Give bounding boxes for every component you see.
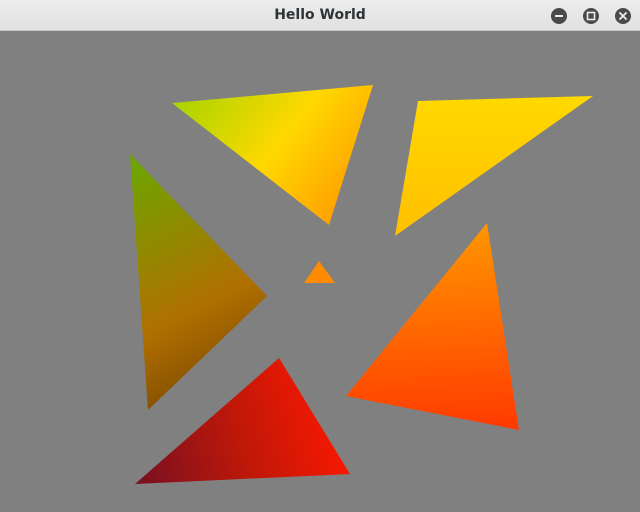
close-button[interactable]	[615, 8, 631, 24]
window-title: Hello World	[274, 7, 366, 23]
maximize-button[interactable]	[583, 8, 599, 24]
minimize-icon	[555, 15, 563, 17]
triangle-left	[130, 154, 267, 410]
triangles-scene	[130, 85, 593, 484]
triangle-top-right	[395, 96, 593, 236]
title-bar[interactable]: Hello World	[0, 0, 640, 31]
triangle-center	[304, 261, 335, 283]
close-icon	[619, 12, 627, 20]
minimize-button[interactable]	[551, 8, 567, 24]
render-canvas	[0, 31, 640, 512]
app-window: Hello World	[0, 0, 640, 512]
triangle-right	[346, 223, 519, 430]
triangle-top-left	[172, 85, 373, 225]
maximize-icon	[586, 11, 596, 21]
